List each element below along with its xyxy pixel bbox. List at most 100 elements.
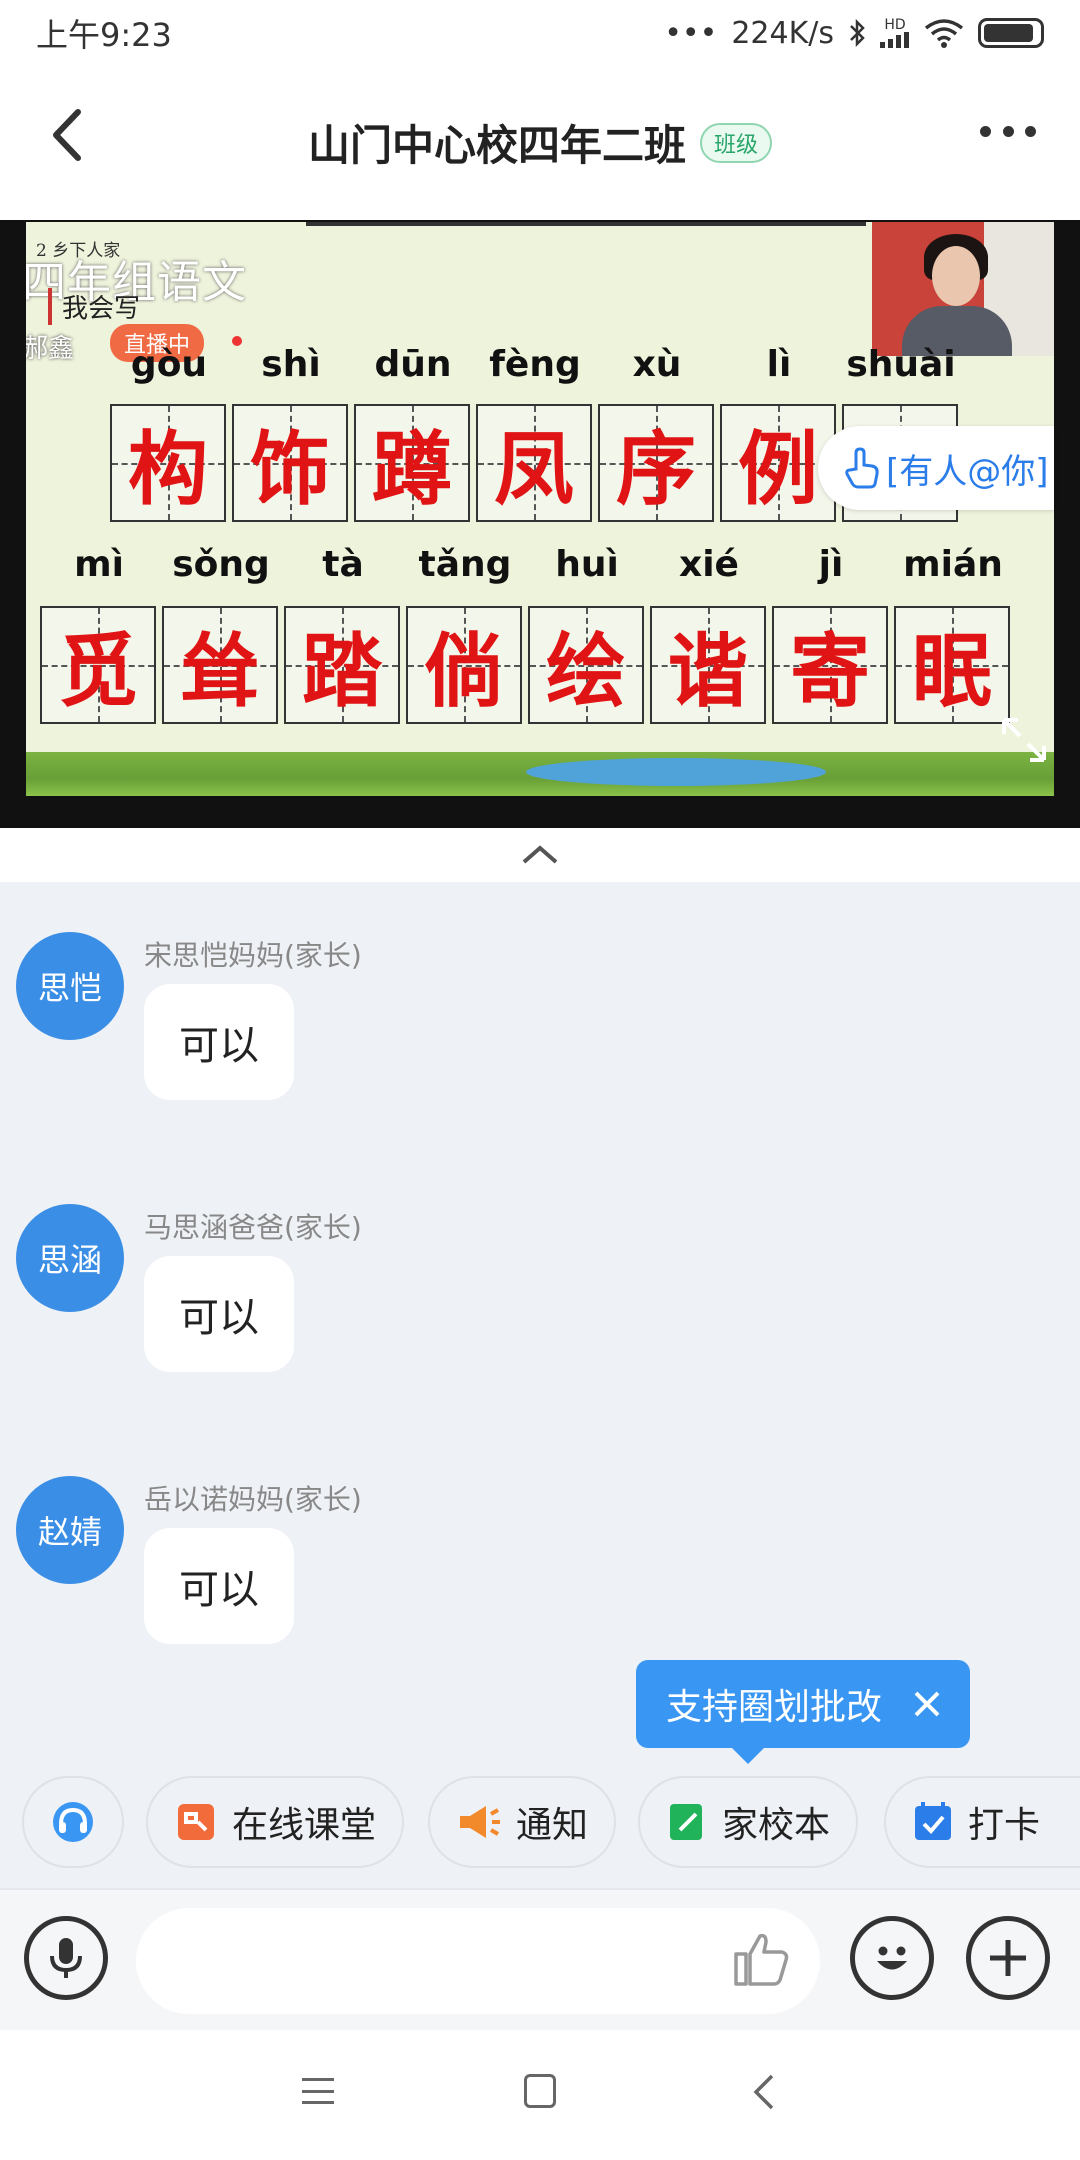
message-bubble[interactable]: 可以 <box>144 984 294 1100</box>
pinyin-label: tà <box>322 544 364 585</box>
writing-grid-box: 寄 <box>772 606 888 724</box>
hanzi-character: 耸 <box>180 624 260 718</box>
pinyin-label: xù <box>632 344 682 385</box>
hanzi-character: 觅 <box>58 624 138 718</box>
hanzi-character: 倘 <box>424 624 504 718</box>
slide-top-bar <box>306 222 866 226</box>
writing-grid-box: 绘 <box>528 606 644 724</box>
writing-grid-box: 蹲 <box>354 404 470 522</box>
avatar[interactable]: 赵婧 <box>16 1476 124 1584</box>
writing-grid-box: 饰 <box>232 404 348 522</box>
system-nav-bar <box>0 2030 1080 2160</box>
teacher-name: 郝鑫 <box>26 334 75 364</box>
status-icons: ••• 224K/s HD <box>664 16 1044 51</box>
hanzi-character: 例 <box>738 422 818 516</box>
pinyin-label: shì <box>261 344 321 385</box>
notice-button[interactable]: 通知 <box>428 1776 617 1868</box>
hanzi-character: 眠 <box>912 624 992 718</box>
home-button[interactable] <box>524 2074 556 2108</box>
hanzi-character: 寄 <box>790 624 870 718</box>
headset-icon <box>53 1802 93 1842</box>
customer-service-button[interactable] <box>22 1776 124 1868</box>
smiley-icon <box>877 1946 907 1970</box>
pinyin-label: mì <box>74 544 124 585</box>
more-actions-button[interactable] <box>966 1916 1050 2000</box>
hd-tag: HD <box>880 18 910 48</box>
chevron-up-icon <box>522 845 558 864</box>
more-notifications-icon: ••• <box>664 15 718 51</box>
group-title: 山门中心校四年二班 <box>307 121 686 170</box>
pinyin-label: gòu <box>130 344 208 385</box>
more-dot-icon <box>980 125 991 137</box>
hand-pointer-icon <box>845 447 879 489</box>
writing-grid-box: 耸 <box>162 606 278 724</box>
mention-notice[interactable]: [有人@你] <box>818 426 1054 510</box>
pinyin-label: tǎng <box>418 544 512 585</box>
collapse-video-button[interactable] <box>0 828 1080 882</box>
recent-apps-button[interactable] <box>302 2078 334 2104</box>
writing-grid-box: 谐 <box>650 606 766 724</box>
writing-grid-box: 倘 <box>406 606 522 724</box>
online-class-button[interactable]: 在线课堂 <box>146 1776 405 1868</box>
pinyin-label: shuài <box>846 344 956 385</box>
avatar[interactable]: 思涵 <box>16 1204 124 1312</box>
checkin-button[interactable]: 打卡 <box>884 1776 1080 1868</box>
like-button[interactable] <box>730 1928 792 1994</box>
pinyin-label: fèng <box>489 344 581 385</box>
pinyin-label: huì <box>555 544 619 585</box>
pinyin-label: lì <box>766 344 792 385</box>
home-school-book-button[interactable]: 家校本 <box>638 1776 859 1868</box>
calendar-check-icon <box>915 1802 951 1840</box>
hanzi-character: 凤 <box>494 422 574 516</box>
sender-name: 宋思恺妈妈(家长) <box>144 939 362 972</box>
writing-grid-box: 序 <box>598 404 714 522</box>
tooltip-text: 支持圈划批改 <box>666 1687 883 1728</box>
message-input-bar <box>0 1888 1080 2030</box>
status-time: 上午9:23 <box>36 16 172 54</box>
network-speed: 224K/s <box>731 15 834 51</box>
message-bubble[interactable]: 可以 <box>144 1256 294 1372</box>
emoji-button[interactable] <box>850 1916 934 2000</box>
class-badge: 班级 <box>700 122 773 163</box>
status-bar: 上午9:23 ••• 224K/s HD <box>0 0 1080 66</box>
plus-icon <box>990 1940 1026 1976</box>
skill-tag: 我会写 <box>48 288 140 325</box>
thumbs-up-icon <box>734 1933 789 1986</box>
message-input[interactable] <box>136 1908 820 2014</box>
nav-back-icon[interactable] <box>752 2074 776 2110</box>
hanzi-character: 谐 <box>668 624 748 718</box>
live-video-player[interactable]: 2 乡下人家 四年组语文 我会写 郝鑫 直播中 gòu 构 shì 饰 dūn 蹲 fèng… <box>0 220 1080 828</box>
hanzi-character: 绘 <box>546 624 626 718</box>
notebook-icon <box>670 1804 702 1840</box>
pinyin-label: sǒng <box>172 544 270 585</box>
wifi-icon <box>924 19 964 48</box>
more-dot-icon <box>1025 125 1036 137</box>
megaphone-icon <box>460 1806 500 1838</box>
pinyin-label: dūn <box>374 344 452 385</box>
more-options-button[interactable] <box>980 116 1036 146</box>
pinyin-label: jì <box>818 544 844 585</box>
sender-name: 岳以诺妈妈(家长) <box>144 1483 362 1516</box>
writing-grid-box: 眠 <box>894 606 1010 724</box>
close-icon[interactable] <box>912 1689 942 1719</box>
sender-name: 马思涵爸爸(家长) <box>144 1211 362 1244</box>
bluetooth-icon <box>850 18 865 48</box>
chat-header: 山门中心校四年二班 班级 <box>0 66 1080 220</box>
writing-grid-box: 踏 <box>284 606 400 724</box>
quick-tools-bar: 在线课堂 通知 家校本 打卡 <box>0 1776 1080 1870</box>
pinyin-label: xié <box>679 544 739 585</box>
avatar[interactable]: 思恺 <box>16 932 124 1040</box>
message-bubble[interactable]: 可以 <box>144 1528 294 1644</box>
writing-grid-box: 凤 <box>476 404 592 522</box>
voice-button[interactable] <box>24 1916 108 2000</box>
hanzi-character: 饰 <box>250 422 330 516</box>
hanzi-character: 蹲 <box>372 422 452 516</box>
microphone-icon <box>50 1938 82 1978</box>
hanzi-character: 踏 <box>302 624 382 718</box>
fullscreen-icon[interactable] <box>998 714 1050 766</box>
online-class-icon <box>178 1804 214 1840</box>
teacher-camera-feed[interactable] <box>872 222 1054 356</box>
pinyin-label: mián <box>903 544 1003 585</box>
writing-grid-box: 觅 <box>40 606 156 724</box>
slide-landscape <box>26 752 1054 796</box>
